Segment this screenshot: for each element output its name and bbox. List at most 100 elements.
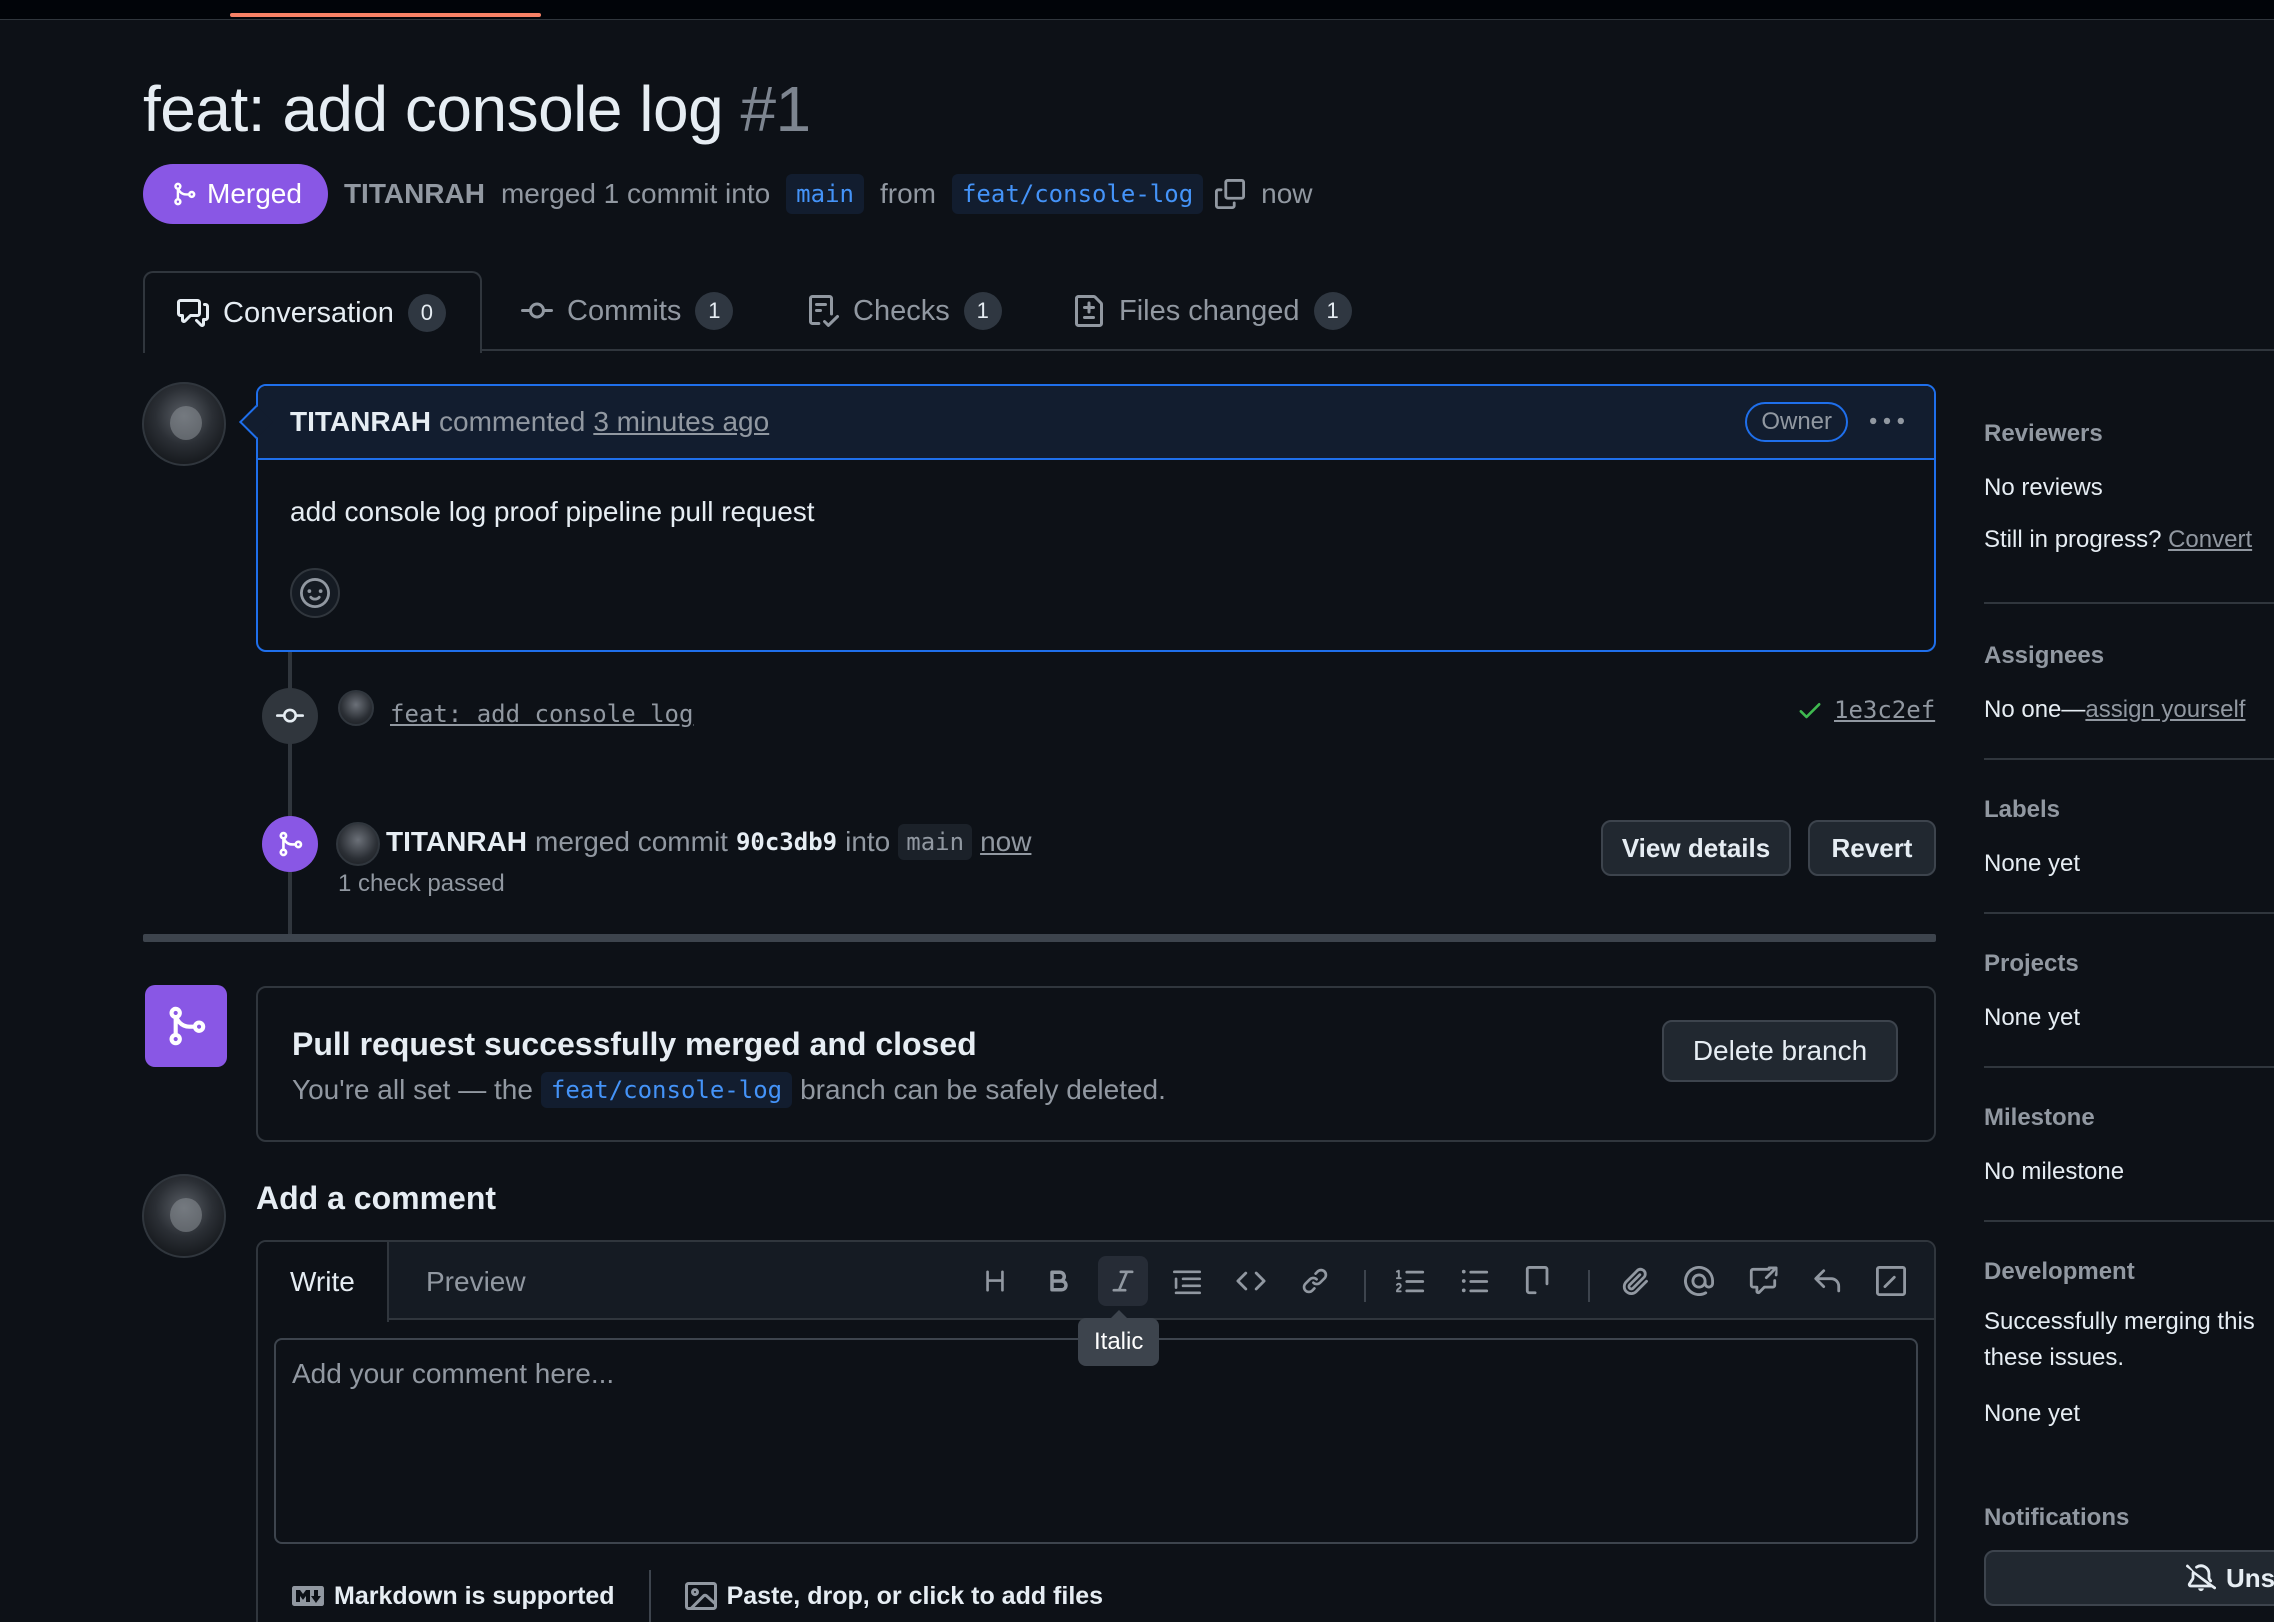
- git-merge-icon: [276, 830, 304, 858]
- merge-event-text: merged commit: [535, 826, 728, 857]
- top-navigation-bar: [0, 0, 2274, 20]
- commit-sha-row: 1e3c2ef: [1796, 696, 1935, 724]
- file-diff-icon: [1073, 295, 1105, 327]
- merge-commit-sha-link[interactable]: 90c3db9: [736, 828, 837, 856]
- add-comment-heading: Add a comment: [256, 1180, 497, 1216]
- pr-from-text: from: [879, 178, 936, 209]
- avatar[interactable]: [142, 382, 226, 466]
- git-merge-icon: [171, 181, 197, 207]
- add-reaction-button[interactable]: [290, 568, 340, 618]
- sidebar-reviewers-heading[interactable]: Reviewers: [1984, 420, 2274, 448]
- tab-files-changed-label: Files changed: [1119, 294, 1300, 327]
- sidebar-divider: [1984, 602, 2274, 604]
- convert-to-draft-link[interactable]: Convert: [2168, 526, 2252, 553]
- check-icon: [1796, 696, 1824, 724]
- comment-editor: Write Preview Add your comment here... M…: [256, 1240, 1936, 1622]
- tab-commits-label: Commits: [567, 294, 682, 327]
- tab-commits[interactable]: Commits 1: [521, 271, 734, 351]
- link-icon[interactable]: [1290, 1256, 1340, 1306]
- sidebar-development-line2: these issues.: [1984, 1344, 2125, 1371]
- toolbar-divider: [1588, 1270, 1590, 1302]
- mention-icon[interactable]: [1674, 1256, 1724, 1306]
- smiley-icon: [300, 578, 330, 608]
- pr-tabs: Conversation 0 Commits 1 Checks 1 Files …: [143, 271, 2274, 353]
- comment-timestamp-link[interactable]: 3 minutes ago: [593, 406, 769, 438]
- kebab-horizontal-icon[interactable]: [1870, 405, 1904, 439]
- pr-merge-text: merged 1 commit into: [500, 178, 771, 209]
- commit-author-avatar[interactable]: [338, 690, 374, 726]
- view-details-button[interactable]: View details: [1601, 820, 1791, 876]
- merge-author-avatar[interactable]: [336, 822, 380, 866]
- sidebar-divider: [1984, 1066, 2274, 1068]
- merge-branch-link[interactable]: main: [898, 824, 973, 860]
- sidebar-assignees-prefix: No one—: [1984, 696, 2086, 723]
- attach-files-link[interactable]: Paste, drop, or click to add files: [727, 1582, 1104, 1611]
- merged-branch-link[interactable]: feat/console-log: [540, 1072, 793, 1108]
- merge-event: TITANRAH merged commit 90c3db9 into main…: [386, 824, 1031, 860]
- sidebar-divider: [1984, 912, 2274, 914]
- sidebar-projects-heading[interactable]: Projects: [1984, 950, 2274, 978]
- checks-passed-text[interactable]: 1 check passed: [338, 870, 505, 898]
- tab-checks[interactable]: Checks 1: [807, 271, 1002, 351]
- numbered-list-icon[interactable]: [1386, 1256, 1436, 1306]
- sidebar-development-line1: Successfully merging this: [1984, 1308, 2255, 1335]
- base-branch-link[interactable]: main: [786, 174, 864, 214]
- sidebar-reviewers: Reviewers No reviews Still in progress? …: [1984, 420, 2274, 558]
- avatar[interactable]: [142, 1174, 226, 1258]
- comment-author-link[interactable]: TITANRAH: [290, 406, 431, 438]
- sidebar-labels-value: None yet: [1984, 850, 2081, 877]
- cross-reference-icon[interactable]: [1738, 1256, 1788, 1306]
- sidebar-projects: Projects None yet: [1984, 950, 2274, 1036]
- unsubscribe-button[interactable]: Uns: [1984, 1550, 2274, 1606]
- tab-write[interactable]: Write: [258, 1242, 389, 1322]
- sidebar-development-heading[interactable]: Development: [1984, 1258, 2274, 1286]
- paperclip-icon[interactable]: [1610, 1256, 1660, 1306]
- sidebar-labels-heading[interactable]: Labels: [1984, 796, 2274, 824]
- sidebar-milestone-heading[interactable]: Milestone: [1984, 1104, 2274, 1132]
- sidebar-notifications: Notifications: [1984, 1504, 2274, 1532]
- pr-author-link[interactable]: TITANRAH: [344, 178, 485, 210]
- head-branch-link[interactable]: feat/console-log: [951, 174, 1204, 214]
- bold-icon[interactable]: [1034, 1256, 1084, 1306]
- bulleted-list-icon[interactable]: [1450, 1256, 1500, 1306]
- slash-command-icon[interactable]: [1866, 1256, 1916, 1306]
- sidebar-assignees-value: No one—assign yourself: [1984, 692, 2274, 728]
- merged-status-icon-box: [145, 985, 227, 1067]
- assign-yourself-link[interactable]: assign yourself: [2085, 696, 2245, 723]
- unsubscribe-label: Uns: [2226, 1562, 2274, 1593]
- footer-divider: [648, 1570, 651, 1622]
- timeline-commit-badge: [262, 688, 318, 744]
- bell-slash-icon: [2186, 1563, 2216, 1593]
- commit-message-link[interactable]: feat: add console log: [390, 700, 693, 728]
- merged-status-title: Pull request successfully merged and clo…: [292, 1026, 977, 1062]
- delete-branch-button[interactable]: Delete branch: [1662, 1020, 1898, 1082]
- tab-conversation-label: Conversation: [223, 296, 394, 329]
- commit-sha-link[interactable]: 1e3c2ef: [1834, 696, 1935, 724]
- heading-icon[interactable]: [970, 1256, 1020, 1306]
- task-list-icon[interactable]: [1514, 1256, 1564, 1306]
- tab-files-changed[interactable]: Files changed 1: [1073, 271, 1352, 351]
- markdown-icon: [292, 1580, 324, 1612]
- merge-time-link[interactable]: now: [980, 826, 1031, 858]
- italic-icon[interactable]: [1098, 1256, 1148, 1306]
- markdown-supported-link[interactable]: Markdown is supported: [334, 1582, 615, 1611]
- sidebar-assignees-heading[interactable]: Assignees: [1984, 642, 2274, 670]
- code-icon[interactable]: [1226, 1256, 1276, 1306]
- reply-icon[interactable]: [1802, 1256, 1852, 1306]
- tab-preview[interactable]: Preview: [394, 1242, 558, 1322]
- sidebar-reviewers-value: No reviews: [1984, 474, 2103, 501]
- tab-checks-label: Checks: [853, 294, 950, 327]
- git-commit-icon: [276, 702, 304, 730]
- tab-conversation[interactable]: Conversation 0: [143, 271, 482, 353]
- pr-title-text: feat: add console log: [143, 73, 724, 145]
- pr-merge-time: now: [1261, 178, 1313, 209]
- comment-textarea[interactable]: Add your comment here...: [274, 1338, 1918, 1544]
- sidebar-labels: Labels None yet: [1984, 796, 2274, 882]
- merge-author-link[interactable]: TITANRAH: [386, 826, 527, 858]
- revert-button[interactable]: Revert: [1808, 820, 1936, 876]
- comment-body: add console log proof pipeline pull requ…: [290, 496, 815, 527]
- merged-sub-prefix: You're all set — the: [292, 1074, 533, 1105]
- quote-icon[interactable]: [1162, 1256, 1212, 1306]
- copy-icon[interactable]: [1215, 179, 1246, 209]
- timeline-merge-badge: [262, 816, 318, 872]
